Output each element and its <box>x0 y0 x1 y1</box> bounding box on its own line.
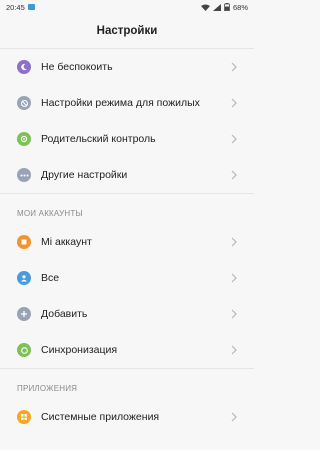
settings-item-add-account[interactable]: Добавить <box>0 296 254 332</box>
settings-item-elderly-mode[interactable]: Настройки режима для пожилых <box>0 85 254 121</box>
status-bar: 20:45 68% <box>0 0 254 14</box>
settings-item-label: Mi аккаунт <box>41 236 92 248</box>
settings-item-label: Добавить <box>41 308 88 320</box>
chevron-right-icon <box>231 62 237 72</box>
settings-item-other[interactable]: Другие настройки <box>0 157 254 193</box>
chevron-right-icon <box>231 237 237 247</box>
settings-item-label: Другие настройки <box>41 169 128 181</box>
settings-item-mi-account[interactable]: Mi аккаунт <box>0 224 254 260</box>
wifi-icon <box>200 4 210 11</box>
settings-item-parental-control[interactable]: Родительский контроль <box>0 121 254 157</box>
section-title-apps: ПРИЛОЖЕНИЯ <box>17 384 78 393</box>
settings-group-apps: Системные приложения <box>0 399 254 435</box>
section-title-accounts: МОИ АККАУНТЫ <box>17 209 83 218</box>
settings-group-accounts: Mi аккаунт Все Добавить Синхронизация <box>0 224 254 368</box>
page-title: Настройки <box>96 25 158 37</box>
person-icon <box>17 271 31 285</box>
settings-item-label: Синхронизация <box>41 344 118 356</box>
no-sign-icon <box>17 96 31 110</box>
chevron-right-icon <box>231 345 237 355</box>
apps-icon <box>17 410 31 424</box>
more-icon <box>17 168 31 182</box>
plus-icon <box>17 307 31 321</box>
settings-item-dnd[interactable]: Не беспокоить <box>0 49 254 85</box>
moon-icon <box>17 60 31 74</box>
settings-item-label: Системные приложения <box>41 411 160 423</box>
settings-item-system-apps[interactable]: Системные приложения <box>0 399 254 435</box>
settings-item-label: Родительский контроль <box>41 133 156 145</box>
settings-item-label: Все <box>41 272 60 284</box>
chevron-right-icon <box>231 309 237 319</box>
sync-icon <box>17 343 31 357</box>
shield-icon <box>17 132 31 146</box>
chevron-right-icon <box>231 134 237 144</box>
settings-item-label: Настройки режима для пожилых <box>41 97 200 109</box>
battery-icon <box>224 3 230 11</box>
page-title-bar: Настройки <box>0 14 254 49</box>
chevron-right-icon <box>231 170 237 180</box>
settings-group-general: Не беспокоить Настройки режима для пожил… <box>0 49 254 193</box>
status-time: 20:45 <box>6 2 25 12</box>
signal-icon <box>212 3 221 11</box>
chevron-right-icon <box>231 273 237 283</box>
chevron-right-icon <box>231 98 237 108</box>
battery-percent: 68% <box>232 2 248 12</box>
notification-icon <box>27 4 35 10</box>
chevron-right-icon <box>231 412 237 422</box>
mi-icon <box>17 235 31 249</box>
settings-item-sync[interactable]: Синхронизация <box>0 332 254 368</box>
settings-item-label: Не беспокоить <box>41 61 113 73</box>
settings-item-all-accounts[interactable]: Все <box>0 260 254 296</box>
